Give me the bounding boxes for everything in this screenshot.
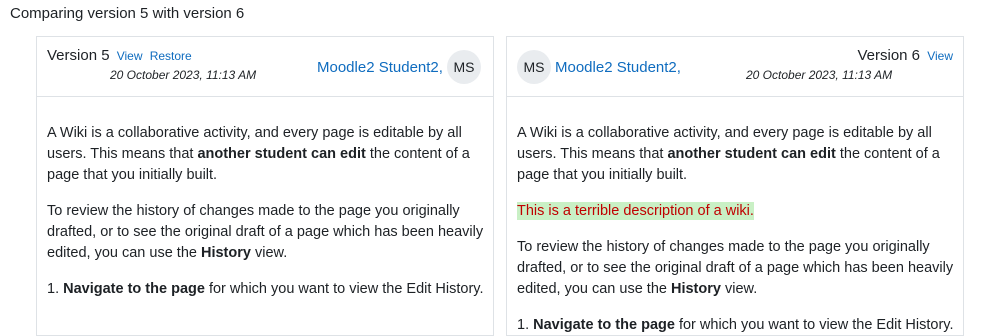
panel-header-right: MS Moodle2 Student2, Version 6 View 20 O… (507, 37, 963, 97)
bold-text: Navigate to the page (533, 317, 675, 333)
user-block-left: Moodle2 Student2, MS (317, 50, 481, 84)
bold-text: History (200, 245, 251, 261)
paragraph-1-right: A Wiki is a collaborative activity, and … (517, 123, 955, 186)
view-link-left[interactable]: View (117, 49, 143, 63)
user-block-right: MS Moodle2 Student2, (517, 50, 681, 84)
paragraph-2-right: To review the history of changes made to… (517, 237, 955, 300)
bold-text: History (670, 281, 721, 297)
paragraph-3-left: 1. Navigate to the page for which you wa… (47, 279, 485, 300)
bold-text: Navigate to the page (63, 281, 205, 297)
bold-text: another student can edit (667, 146, 836, 162)
version-line-right: Version 6 View (857, 47, 953, 65)
text-run: for which you want to view the Edit Hist… (674, 317, 954, 333)
text-run: view. (720, 281, 758, 297)
version-label-right: Version 6 (857, 47, 921, 64)
panel-header-left: Version 5 View Restore 20 October 2023, … (37, 37, 493, 97)
avatar-right[interactable]: MS (517, 50, 551, 84)
avatar-left[interactable]: MS (446, 50, 481, 84)
restore-link-left[interactable]: Restore (150, 49, 192, 63)
view-link-right[interactable]: View (927, 49, 953, 63)
date-left: 20 October 2023, 11:13 AM (110, 68, 257, 82)
bold-text: another student can edit (197, 146, 366, 162)
paragraph-3-right: 1. Navigate to the page for which you wa… (517, 315, 955, 335)
paragraph-2-left: To review the history of changes made to… (47, 201, 485, 264)
version-line-left: Version 5 View Restore (47, 47, 192, 65)
user-link-right[interactable]: Moodle2 Student2, (555, 59, 681, 76)
text-run: for which you want to view the Edit Hist… (204, 281, 484, 297)
content-right: A Wiki is a collaborative activity, and … (517, 123, 955, 335)
compare-heading: Comparing version 5 with version 6 (10, 5, 245, 22)
text-run: view. (250, 245, 288, 261)
inserted-text: This is a terrible description of a wiki… (517, 202, 754, 220)
version-panel-right: MS Moodle2 Student2, Version 6 View 20 O… (506, 36, 964, 336)
version-panel-left: Version 5 View Restore 20 October 2023, … (36, 36, 494, 336)
date-right: 20 October 2023, 11:13 AM (746, 68, 893, 82)
user-link-left[interactable]: Moodle2 Student2, (317, 59, 443, 76)
text-run: 1. (517, 317, 534, 333)
text-run: 1. (47, 281, 64, 297)
inserted-paragraph: This is a terrible description of a wiki… (517, 201, 955, 222)
content-left: A Wiki is a collaborative activity, and … (47, 123, 485, 315)
paragraph-1-left: A Wiki is a collaborative activity, and … (47, 123, 485, 186)
version-label-left: Version 5 (47, 47, 110, 64)
